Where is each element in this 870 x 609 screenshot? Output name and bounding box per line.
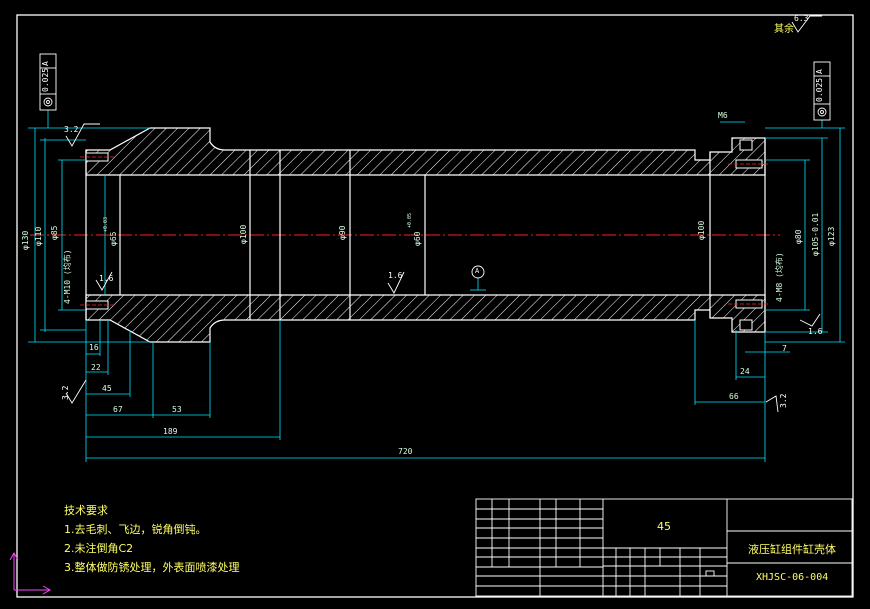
dim-d105: φ105-0.01 xyxy=(811,212,820,256)
dim-d123: φ123 xyxy=(827,226,836,246)
dim-67: 67 xyxy=(113,405,123,414)
roughness-a: 3.2 xyxy=(64,125,79,134)
roughness-general-note: 其余 xyxy=(774,24,794,35)
drawing-number: XHJSC-06-004 xyxy=(756,572,829,583)
notes-line-1: 1.去毛刺、飞边，锐角倒钝。 xyxy=(64,523,207,536)
roughness-b: 1.6 xyxy=(99,274,114,283)
roughness-c: 1.6 xyxy=(388,271,403,280)
dim-66: 66 xyxy=(729,392,739,401)
dim-7: 7 xyxy=(782,344,787,353)
datum-a-label: A xyxy=(475,267,480,275)
tol-right-datum: A xyxy=(815,69,824,74)
part-name: 液压缸组件缸壳体 xyxy=(748,543,836,556)
dim-24: 24 xyxy=(740,367,750,376)
material-value: 45 xyxy=(657,520,671,533)
roughness-symbols xyxy=(65,15,822,413)
holes-right: 4-M8 (均布) xyxy=(775,252,784,302)
dim-d85: φ85 xyxy=(50,225,59,240)
dim-53: 53 xyxy=(172,405,182,414)
notes-line-3: 3.整体做防锈处理，外表面喷漆处理 xyxy=(64,561,240,574)
dim-22: 22 xyxy=(91,363,101,372)
holes-left: 4-M10 (均布) xyxy=(63,249,72,304)
roughness-f: 1.6 xyxy=(808,327,823,336)
roughness-d: 3.2 xyxy=(61,385,70,400)
roughness-general: 6.3 xyxy=(794,14,809,23)
notes-title: 技术要求 xyxy=(64,504,108,517)
tol-left-datum: A xyxy=(41,61,50,66)
tol-left-value: 0.025 xyxy=(41,67,50,92)
roughness-e: 3.2 xyxy=(779,393,788,408)
dim-d110: φ110 xyxy=(34,226,43,246)
dim-16: 16 xyxy=(89,343,99,352)
cylinder-upper-wall xyxy=(85,127,766,176)
dim-189: 189 xyxy=(163,427,178,436)
technical-notes: 技术要求 1.去毛刺、飞边，锐角倒钝。 2.未注倒角C2 3.整体做防锈处理，外… xyxy=(64,501,240,577)
ucs-icon xyxy=(9,551,52,595)
dim-d60-tol: +0.05 xyxy=(407,212,413,228)
dim-d65-tol: +0.03 xyxy=(103,216,109,232)
dim-d100-left: φ100 xyxy=(239,224,248,244)
dim-45: 45 xyxy=(102,384,112,393)
dim-d90: φ90 xyxy=(338,225,347,240)
dim-d130: φ130 xyxy=(21,230,30,250)
cylinder-lower-wall xyxy=(85,294,766,343)
dim-d80: φ80 xyxy=(794,229,803,244)
dim-720: 720 xyxy=(398,447,413,456)
thread-m6: M6 xyxy=(718,111,728,120)
tol-right-value: 0.025 xyxy=(815,77,824,102)
notes-line-2: 2.未注倒角C2 xyxy=(64,542,134,555)
dim-d60: φ60 xyxy=(413,231,422,246)
dim-d65: φ65 xyxy=(109,231,118,246)
dim-d100-right: φ100 xyxy=(697,220,706,240)
